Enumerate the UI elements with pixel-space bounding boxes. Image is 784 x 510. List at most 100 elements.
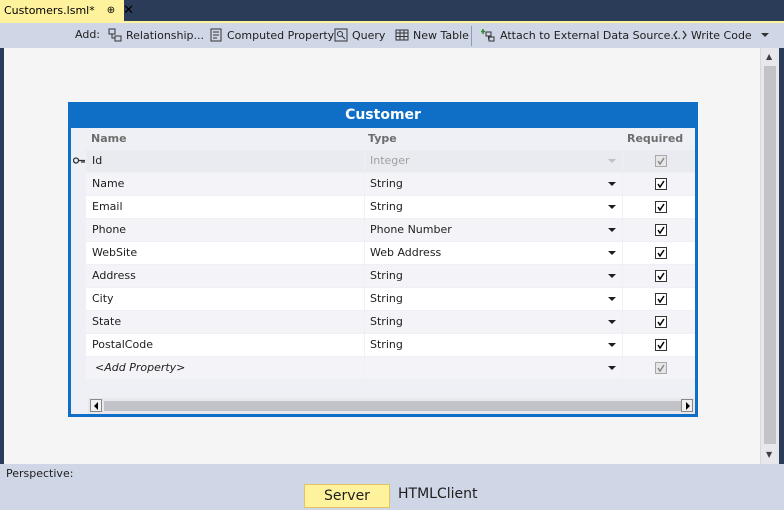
property-type-cell[interactable]: String: [365, 288, 622, 310]
chevron-down-icon[interactable]: [608, 159, 616, 163]
property-type-value: String: [370, 338, 403, 351]
required-cell: [623, 357, 695, 379]
property-grid: Name Type Required Id Integer Name Strin…: [71, 128, 695, 414]
required-cell: [623, 334, 695, 356]
property-type-value: Web Address: [370, 246, 442, 259]
perspective-htmlclient-tab[interactable]: HTMLClient: [398, 486, 478, 502]
computed-property-label: Computed Property: [227, 28, 335, 42]
key-icon: [73, 157, 85, 164]
property-name-cell[interactable]: Id: [86, 150, 364, 172]
add-property-cell[interactable]: <Add Property>: [86, 357, 364, 379]
required-checkbox[interactable]: [655, 339, 667, 351]
horizontal-scrollbar[interactable]: [88, 398, 695, 414]
add-property-type-cell[interactable]: [365, 357, 622, 379]
relationship-icon: [108, 28, 122, 42]
property-row[interactable]: City String: [71, 288, 695, 311]
new-table-label: New Table: [413, 28, 469, 42]
horizontal-scroll-thumb[interactable]: [104, 401, 684, 411]
chevron-down-icon[interactable]: [608, 251, 616, 255]
property-type-cell[interactable]: Integer: [365, 150, 622, 172]
property-row[interactable]: Email String: [71, 196, 695, 219]
property-row[interactable]: WebSite Web Address: [71, 242, 695, 265]
property-type-cell[interactable]: String: [365, 334, 622, 356]
required-checkbox[interactable]: [655, 224, 667, 236]
attach-data-source-icon: [481, 29, 495, 42]
property-name-cell[interactable]: Phone: [86, 219, 364, 241]
property-row[interactable]: State String: [71, 311, 695, 334]
add-property-row[interactable]: <Add Property>: [71, 357, 695, 380]
required-checkbox[interactable]: [655, 178, 667, 190]
property-type-cell[interactable]: String: [365, 173, 622, 195]
property-type-value: String: [370, 292, 403, 305]
property-name-cell[interactable]: PostalCode: [86, 334, 364, 356]
scroll-down-icon[interactable]: ▼: [766, 450, 772, 459]
chevron-down-icon[interactable]: [608, 366, 616, 370]
row-gutter: [71, 196, 86, 218]
required-checkbox[interactable]: [655, 316, 667, 328]
required-cell: [623, 150, 695, 172]
property-type-cell[interactable]: String: [365, 196, 622, 218]
add-new-table-button[interactable]: New Table: [395, 26, 469, 44]
vertical-scroll-thumb[interactable]: [764, 66, 776, 444]
document-tab-customers[interactable]: Customers.lsml* ⊕ ✕: [0, 0, 134, 21]
property-name-cell[interactable]: WebSite: [86, 242, 364, 264]
scroll-up-icon[interactable]: ▲: [766, 52, 772, 61]
row-gutter: [71, 265, 86, 287]
write-code-button[interactable]: Write Code: [673, 26, 776, 44]
chevron-down-icon[interactable]: [608, 182, 616, 186]
required-checkbox[interactable]: [655, 270, 667, 282]
required-checkbox[interactable]: [655, 362, 667, 374]
required-cell: [623, 196, 695, 218]
required-checkbox[interactable]: [655, 247, 667, 259]
document-tab-title: Customers.lsml*: [4, 4, 95, 17]
property-type-value: String: [370, 269, 403, 282]
property-type-cell[interactable]: Web Address: [365, 242, 622, 264]
add-query-button[interactable]: Query: [334, 26, 385, 44]
required-checkbox[interactable]: [655, 293, 667, 305]
property-type-cell[interactable]: Phone Number: [365, 219, 622, 241]
computed-property-icon: [210, 28, 222, 42]
vertical-scrollbar[interactable]: ▲ ▼: [760, 48, 779, 464]
property-row[interactable]: Phone Phone Number: [71, 219, 695, 242]
close-icon[interactable]: ✕: [123, 4, 134, 17]
property-name-cell[interactable]: Email: [86, 196, 364, 218]
relationship-label: Relationship...: [126, 28, 205, 42]
required-checkbox[interactable]: [655, 201, 667, 213]
chevron-down-icon[interactable]: [608, 297, 616, 301]
property-row[interactable]: Name String: [71, 173, 695, 196]
chevron-down-icon[interactable]: [608, 343, 616, 347]
perspective-server-tab[interactable]: Server: [304, 484, 390, 508]
pin-icon[interactable]: ⊕: [107, 5, 115, 16]
required-cell: [623, 219, 695, 241]
attach-external-data-source-button[interactable]: Attach to External Data Source...: [480, 26, 681, 44]
document-tab-strip: Customers.lsml* ⊕ ✕: [0, 0, 784, 21]
add-label: Add:: [75, 28, 101, 41]
property-type-value: String: [370, 200, 403, 213]
chevron-down-icon[interactable]: [608, 228, 616, 232]
code-icon: [673, 30, 687, 40]
property-name-cell[interactable]: City: [86, 288, 364, 310]
property-type-cell[interactable]: String: [365, 311, 622, 333]
property-name-cell[interactable]: Name: [86, 173, 364, 195]
property-type-value: Integer: [370, 154, 410, 167]
chevron-down-icon[interactable]: [608, 205, 616, 209]
row-gutter: [71, 173, 86, 195]
scroll-right-icon[interactable]: [681, 399, 693, 412]
scroll-left-icon[interactable]: [90, 399, 102, 412]
row-gutter: [71, 288, 86, 310]
property-name-cell[interactable]: State: [86, 311, 364, 333]
entity-title[interactable]: Customer: [68, 102, 698, 128]
property-row[interactable]: Id Integer: [71, 150, 695, 173]
chevron-down-icon[interactable]: [608, 274, 616, 278]
query-icon: [334, 28, 348, 42]
property-row[interactable]: PostalCode String: [71, 334, 695, 357]
add-relationship-button[interactable]: Relationship...: [108, 26, 204, 44]
property-type-cell[interactable]: String: [365, 265, 622, 287]
row-gutter: [71, 357, 86, 379]
property-row[interactable]: Address String: [71, 265, 695, 288]
designer-toolbar: Add: Relationship... Computed Property Q…: [0, 21, 784, 48]
property-name-cell[interactable]: Address: [86, 265, 364, 287]
add-computed-property-button[interactable]: Computed Property: [209, 26, 334, 44]
chevron-down-icon[interactable]: [608, 320, 616, 324]
required-checkbox[interactable]: [655, 155, 667, 167]
